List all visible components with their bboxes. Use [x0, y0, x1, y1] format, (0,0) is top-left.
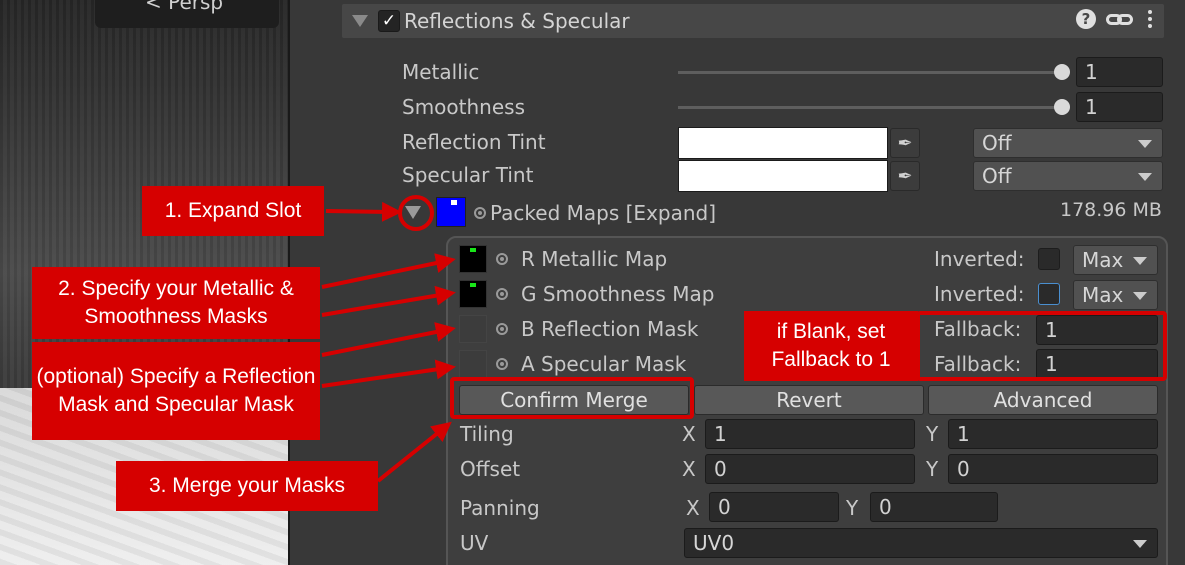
panning-x-label: X [686, 496, 700, 520]
help-icon[interactable]: ? [1076, 9, 1096, 29]
channel-r-label: R Metallic Map [521, 247, 668, 271]
callout-expand-slot: 1. Expand Slot [142, 186, 324, 236]
packed-maps-size: 178.96 MB [1060, 199, 1162, 221]
offset-y-label: Y [926, 457, 939, 481]
metallic-map-thumbnail[interactable] [459, 245, 487, 273]
object-picker-icon[interactable] [496, 358, 508, 370]
tiling-x-label: X [682, 422, 696, 446]
channel-r-mode-dropdown[interactable]: Max [1073, 245, 1158, 275]
object-picker-icon[interactable] [496, 288, 508, 300]
reflection-tint-mode-dropdown[interactable]: Off [973, 128, 1163, 158]
panning-x-field[interactable]: 0 [709, 492, 839, 522]
packed-maps-slot-thumbnail[interactable] [436, 197, 466, 227]
link-icon[interactable] [1106, 9, 1134, 29]
uv-value: UV0 [693, 531, 735, 555]
packed-maps-label: Packed Maps [Expand] [490, 201, 717, 225]
smoothness-map-thumbnail[interactable] [459, 280, 487, 308]
object-picker-icon[interactable] [474, 207, 486, 219]
chevron-down-icon [1133, 540, 1147, 548]
channel-g-mode-value: Max [1082, 283, 1124, 307]
channel-g-mode-dropdown[interactable]: Max [1073, 280, 1158, 310]
smoothness-label: Smoothness [402, 95, 525, 119]
chevron-down-icon [1138, 173, 1152, 181]
channel-g-inverted-label: Inverted: [934, 282, 1025, 306]
object-picker-icon[interactable] [496, 323, 508, 335]
reflection-tint-label: Reflection Tint [402, 130, 546, 154]
specular-tint-eyedropper-icon[interactable]: ✒ [890, 161, 920, 191]
specular-tint-label: Specular Tint [402, 163, 534, 187]
metallic-label: Metallic [402, 60, 480, 84]
offset-x-label: X [682, 457, 696, 481]
specular-mask-thumbnail[interactable] [459, 350, 487, 378]
reflection-mask-thumbnail[interactable] [459, 315, 487, 343]
channel-r-mode-value: Max [1082, 248, 1124, 272]
perspective-toggle[interactable]: < Persp [95, 0, 279, 28]
tiling-label: Tiling [460, 422, 514, 446]
chevron-down-icon [1133, 257, 1147, 265]
revert-button[interactable]: Revert [694, 385, 924, 415]
panning-label: Panning [460, 496, 540, 520]
reflection-tint-color-field[interactable] [678, 127, 888, 159]
tiling-y-field[interactable]: 1 [948, 419, 1158, 449]
callout-specify-masks: 2. Specify your Metallic & Smoothness Ma… [32, 267, 320, 339]
panning-y-label: Y [846, 496, 859, 520]
expand-slot-highlight [398, 195, 434, 231]
smoothness-value-field[interactable]: 1 [1076, 92, 1163, 122]
offset-x-field[interactable]: 0 [705, 454, 915, 484]
channel-g-inverted-toggle[interactable] [1038, 283, 1060, 305]
tiling-x-field[interactable]: 1 [705, 419, 915, 449]
specular-tint-mode-value: Off [982, 164, 1012, 188]
callout-optional-masks: (optional) Specify a Reflection Mask and… [32, 342, 320, 440]
channel-g-label: G Smoothness Map [521, 282, 715, 306]
metallic-slider-track[interactable] [678, 71, 1062, 74]
more-menu-icon[interactable] [1144, 10, 1156, 28]
advanced-button[interactable]: Advanced [928, 385, 1158, 415]
chevron-down-icon [1133, 292, 1147, 300]
callout-fallback-note: if Blank, set Fallback to 1 [744, 311, 918, 381]
uv-dropdown[interactable]: UV0 [684, 528, 1158, 558]
smoothness-slider-track[interactable] [678, 106, 1062, 109]
channel-a-label: A Specular Mask [521, 352, 687, 376]
specular-tint-color-field[interactable] [678, 160, 888, 192]
specular-tint-mode-dropdown[interactable]: Off [973, 161, 1163, 191]
reflection-tint-mode-value: Off [982, 131, 1012, 155]
callout-merge-masks: 3. Merge your Masks [116, 461, 378, 511]
section-title: Reflections & Specular [404, 9, 630, 33]
uv-label: UV [460, 531, 489, 555]
smoothness-slider-thumb[interactable] [1054, 99, 1070, 115]
fallback-highlight [916, 311, 1167, 381]
section-header[interactable]: ✓ Reflections & Specular ? [342, 4, 1164, 38]
panning-y-field[interactable]: 0 [870, 492, 998, 522]
confirm-merge-highlight [450, 377, 694, 419]
channel-r-inverted-label: Inverted: [934, 247, 1025, 271]
chevron-down-icon [1138, 140, 1152, 148]
metallic-value-field[interactable]: 1 [1076, 57, 1163, 87]
offset-label: Offset [460, 457, 521, 481]
reflection-tint-eyedropper-icon[interactable]: ✒ [890, 128, 920, 158]
section-enable-checkbox[interactable]: ✓ [378, 10, 400, 32]
object-picker-icon[interactable] [496, 253, 508, 265]
channel-b-label: B Reflection Mask [521, 317, 699, 341]
offset-y-field[interactable]: 0 [948, 454, 1158, 484]
metallic-slider-thumb[interactable] [1054, 64, 1070, 80]
section-foldout-icon[interactable] [352, 15, 368, 27]
channel-r-inverted-toggle[interactable] [1038, 248, 1060, 270]
tiling-y-label: Y [926, 422, 939, 446]
